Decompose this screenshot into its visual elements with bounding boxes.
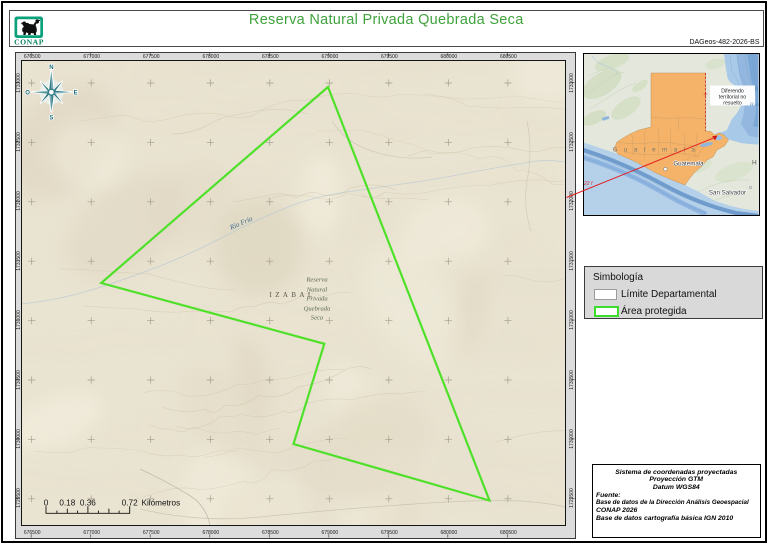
svg-text:O: O <box>25 90 30 96</box>
svg-text:Quebrada: Quebrada <box>303 305 330 312</box>
svg-text:Reserva: Reserva <box>305 276 328 283</box>
svg-text:San Salvador: San Salvador <box>709 190 746 197</box>
svg-text:Hon: Hon <box>749 103 759 108</box>
svg-text:G u a t e m a l a: G u a t e m a l a <box>613 147 698 154</box>
svg-text:Natural: Natural <box>305 286 327 293</box>
svg-text:Kilómetros: Kilómetros <box>141 498 180 507</box>
svg-text:H o: H o <box>752 160 759 167</box>
svg-text:E: E <box>73 90 77 96</box>
svg-text:0: 0 <box>43 498 48 507</box>
svg-text:Privada: Privada <box>305 295 328 302</box>
svg-text:S: S <box>49 115 53 121</box>
svg-text:0.18: 0.18 <box>59 498 75 507</box>
svg-text:0.72: 0.72 <box>121 498 137 507</box>
svg-text:Seca: Seca <box>310 314 323 321</box>
svg-text:G: G <box>755 87 759 92</box>
svg-text:CONAP: CONAP <box>14 37 44 46</box>
svg-text:0.36: 0.36 <box>79 498 95 507</box>
svg-text:resuelto: resuelto <box>723 101 742 107</box>
svg-text:Guatemala: Guatemala <box>673 161 704 168</box>
svg-text:N: N <box>49 65 53 71</box>
